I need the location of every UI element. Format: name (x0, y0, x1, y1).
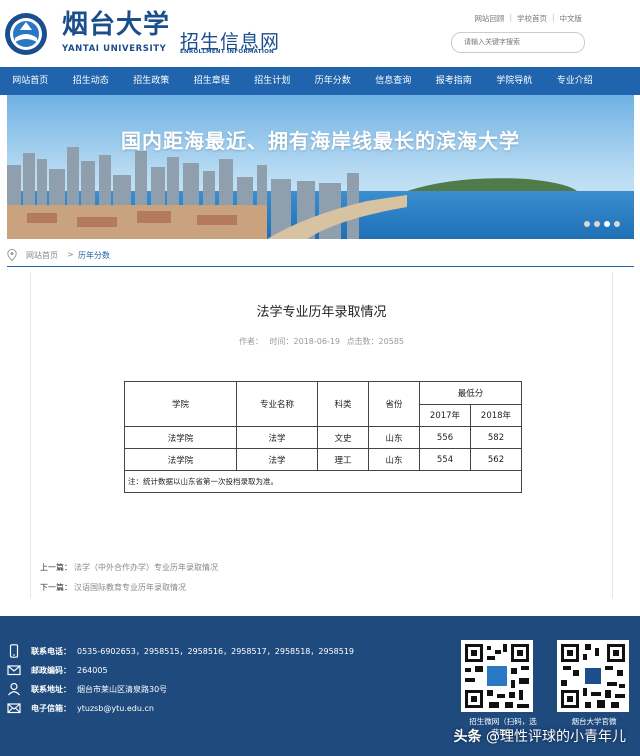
site-footer: 联系电话： 0535-6902653，2958515，2958516，29585… (0, 616, 640, 756)
top-links: 网站回顾 | 学校首页 | 中文版 (474, 13, 582, 24)
next-article: 下一篇： 汉语国际教育专业历年录取情况 (40, 582, 186, 593)
prev-article: 上一篇： 法学（中外合作办学）专业历年录取情况 (40, 562, 218, 573)
watermark: 头条 @理性评球的小青年儿 (454, 726, 626, 746)
nav-charter[interactable]: 招生章程 (182, 67, 243, 95)
next-article-link[interactable]: 汉语国际教育专业历年录取情况 (74, 583, 186, 592)
main-nav: 网站首页 招生动态 招生政策 招生章程 招生计划 历年分数 信息查询 报考指南 … (0, 67, 640, 95)
cell-score-2017: 554 (419, 448, 471, 471)
header-year-2017: 2017年 (419, 403, 471, 427)
table-row: 法学院 法学 文史 山东 556 582 (124, 426, 522, 449)
cell-score-2017: 556 (419, 426, 471, 449)
site-name: 招生信息网 (180, 31, 281, 53)
phone-label: 联系电话： (31, 646, 71, 656)
nav-news[interactable]: 招生动态 (61, 67, 122, 95)
nav-colleges[interactable]: 学院导航 (484, 67, 545, 95)
address-value: 烟台市莱山区清泉路30号 (77, 684, 168, 694)
phone-value: 0535-6902653，2958515，2958516，2958517，295… (77, 646, 355, 656)
header-min-score: 最低分 (419, 381, 522, 405)
header-major: 专业名称 (236, 381, 318, 427)
address-label: 联系地址： (31, 684, 71, 694)
cell-major: 法学 (236, 426, 318, 449)
search-input[interactable] (462, 37, 576, 47)
cell-major: 法学 (236, 448, 318, 471)
university-emblem-icon[interactable] (4, 12, 48, 56)
top-link-review[interactable]: 网站回顾 (474, 13, 504, 24)
divider: | (509, 13, 512, 22)
banner-coastal-city-image (7, 95, 634, 239)
table-note: 注：统计数据以山东省第一次投档录取为准。 (124, 470, 522, 493)
logo-english-main: YANTAI UNIVERSITY (62, 44, 167, 54)
qr-code-official-wechat-icon (557, 640, 629, 712)
footer-address-row: 联系地址： 烟台市莱山区清泉路30号 (7, 682, 167, 696)
nav-guide[interactable]: 报考指南 (424, 67, 485, 95)
email-label: 电子信箱： (31, 703, 71, 713)
cell-score-2018: 582 (470, 426, 522, 449)
postcode-label: 邮政编码： (31, 665, 71, 675)
article-clicks: 点击数：20585 (346, 337, 405, 346)
cell-province: 山东 (368, 426, 420, 449)
nav-home[interactable]: 网站首页 (0, 67, 61, 95)
nav-plan[interactable]: 招生计划 (242, 67, 303, 95)
search-box[interactable] (451, 32, 585, 53)
prev-article-link[interactable]: 法学（中外合作办学）专业历年录取情况 (74, 563, 218, 572)
article-time: 时间：2018-06-19 (269, 337, 341, 346)
watermark-handle: @理性评球的小青年儿 (486, 729, 626, 745)
header-year-2018: 2018年 (470, 403, 522, 427)
divider: | (551, 13, 555, 22)
mail-icon (7, 665, 21, 676)
breadcrumb-separator: > (67, 250, 74, 259)
nav-query[interactable]: 信息查询 (363, 67, 424, 95)
carousel-dot[interactable] (584, 221, 590, 227)
logo-english-name: YANTAI UNIVERSITY (62, 44, 166, 54)
article-panel: 法学专业历年录取情况 作者： 时间：2018-06-19 点击数：20585 学… (30, 272, 613, 598)
carousel-dots (584, 221, 620, 227)
watermark-brand: 头条 (453, 729, 482, 745)
header-college: 学院 (124, 381, 237, 427)
table-note-row: 注：统计数据以山东省第一次投档录取为准。 (124, 470, 522, 493)
nav-majors[interactable]: 专业介绍 (545, 67, 606, 95)
score-table: 学院 专业名称 科类 省份 最低分 2017年 2018年 法学院 法学 文史 … (124, 381, 522, 493)
table-header-row: 学院 专业名称 科类 省份 最低分 (124, 381, 522, 427)
cell-college: 法学院 (124, 426, 237, 449)
person-icon (8, 682, 20, 696)
postcode-value: 264005 (77, 665, 108, 675)
qr-caption-enrollment-line1: 招生微网（扫码，选 (469, 717, 537, 726)
banner-slogan: 国内距海最近、拥有海岸线最长的滨海大学 (121, 129, 520, 153)
cell-province: 山东 (368, 448, 420, 471)
cell-score-2018: 562 (470, 448, 522, 471)
logo-chinese-name[interactable]: 烟台大学 (62, 10, 170, 40)
header-category: 科类 (317, 381, 369, 427)
phone-icon (9, 644, 19, 658)
cell-category: 文史 (317, 426, 369, 449)
top-link-chinese[interactable]: 中文版 (560, 13, 583, 24)
top-link-school-home[interactable]: 学校首页 (517, 13, 547, 24)
email-value[interactable]: ytuzsb@ytu.edu.cn (77, 704, 154, 713)
cell-category: 理工 (317, 448, 369, 471)
site-header: 烟台大学 YANTAI UNIVERSITY ENROLLMENT INFORM… (0, 0, 640, 67)
table-row: 法学院 法学 理工 山东 554 562 (124, 448, 522, 471)
nav-policy[interactable]: 招生政策 (121, 67, 182, 95)
envelope-icon (7, 703, 21, 714)
header-province: 省份 (368, 381, 420, 427)
article-title: 法学专业历年录取情况 (256, 305, 387, 320)
breadcrumb-current[interactable]: 历年分数 (78, 250, 110, 261)
banner-carousel[interactable]: 国内距海最近、拥有海岸线最长的滨海大学 (7, 95, 634, 239)
cell-college: 法学院 (124, 448, 237, 471)
footer-phone-row: 联系电话： 0535-6902653，2958515，2958516，29585… (7, 644, 354, 658)
article-author: 作者： (238, 337, 263, 346)
next-label: 下一篇： (40, 583, 72, 592)
prev-label: 上一篇： (40, 563, 72, 572)
qr-code-enrollment-wechat-icon (461, 640, 533, 712)
breadcrumb-home[interactable]: 网站首页 (26, 250, 58, 261)
breadcrumb: 网站首页 > 历年分数 (7, 244, 634, 267)
location-pin-icon (7, 249, 17, 261)
footer-email-row: 电子信箱： ytuzsb@ytu.edu.cn (7, 701, 154, 715)
nav-scores[interactable]: 历年分数 (303, 67, 364, 95)
article-meta: 作者： 时间：2018-06-19 点击数：20585 (31, 336, 612, 347)
carousel-dot[interactable] (614, 221, 620, 227)
carousel-dot-active[interactable] (604, 221, 610, 227)
footer-postcode-row: 邮政编码： 264005 (7, 663, 108, 677)
carousel-dot[interactable] (594, 221, 600, 227)
